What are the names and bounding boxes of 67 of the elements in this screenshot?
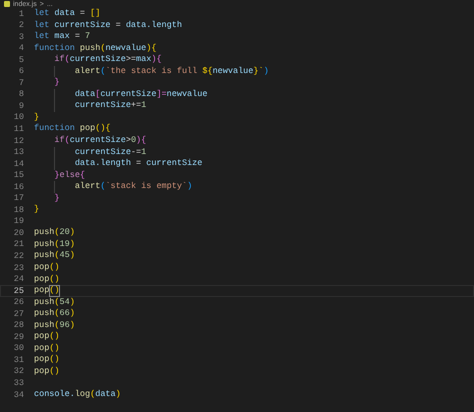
- code-line: let data = []: [34, 8, 100, 20]
- line-number: 19: [12, 217, 24, 226]
- line-number: 27: [12, 310, 24, 318]
- code-line: pop(): [34, 342, 60, 354]
- code-line: }else{: [53, 170, 86, 182]
- line-number: 26: [12, 298, 24, 307]
- code-line: console.log(data): [34, 389, 121, 401]
- code-line: }: [34, 204, 40, 216]
- code-line: pop(): [34, 331, 60, 343]
- line-number: 4: [18, 44, 24, 53]
- line-number: 30: [12, 344, 24, 353]
- line-number: 25: [12, 286, 24, 296]
- line-number: 11: [12, 124, 24, 134]
- line-number: 33: [12, 379, 24, 388]
- code-line: }: [53, 192, 60, 204]
- line-number: 23: [12, 264, 24, 272]
- code-line: alert(`the stack is full ${newvalue}`): [34, 66, 269, 78]
- line-number: 32: [12, 367, 24, 376]
- line-number: 3: [18, 32, 24, 42]
- code-line: pop(): [34, 285, 60, 297]
- code-line: push(66): [34, 308, 75, 320]
- line-number: 10: [12, 113, 24, 122]
- code-line: data.length = currentSize: [34, 158, 202, 170]
- code-line: push(96): [34, 320, 75, 332]
- line-number: 6: [18, 67, 24, 76]
- line-number: 5: [18, 56, 24, 64]
- code-line: currentSize+=1: [34, 100, 146, 112]
- line-number: 29: [12, 332, 24, 342]
- code-line: currentSize-=1: [34, 146, 146, 158]
- line-number: 24: [12, 275, 24, 284]
- javascript-file-icon: [4, 1, 10, 7]
- code-line: push(19): [34, 238, 75, 250]
- line-number: 17: [12, 194, 24, 203]
- code-line: let currentSize = data.length: [34, 20, 182, 32]
- code-line: if(currentSize>=max){: [53, 54, 162, 66]
- code-line: pop(): [34, 274, 60, 286]
- code-line: }: [53, 77, 60, 89]
- line-number: 1: [18, 10, 24, 18]
- line-number: 15: [12, 171, 24, 180]
- line-number: 2: [18, 21, 24, 30]
- code-line: alert(`stack is empty`): [34, 181, 192, 193]
- code-line: if(currentSize>0){: [53, 135, 146, 147]
- line-number: 9: [18, 102, 24, 110]
- code-line: function push(newvalue){: [34, 42, 156, 54]
- line-number: 20: [12, 228, 24, 238]
- line-number: 14: [12, 160, 24, 168]
- line-number: 28: [12, 321, 24, 330]
- code-line: pop(): [34, 366, 60, 378]
- line-number: 22: [12, 252, 24, 260]
- line-number: 16: [12, 182, 24, 192]
- line-number: 21: [12, 240, 24, 249]
- line-number: 18: [12, 206, 24, 214]
- line-number: 31: [12, 356, 24, 364]
- code-line: let max = 7: [34, 31, 90, 43]
- code-line: function pop(){: [34, 123, 111, 136]
- line-number: 13: [12, 148, 24, 157]
- code-line: push(54): [34, 296, 75, 308]
- code-line: push(20): [34, 227, 75, 239]
- code-line: pop(): [34, 354, 60, 366]
- line-number: 8: [18, 90, 24, 99]
- code-line: }: [34, 112, 40, 124]
- line-number: 12: [12, 136, 24, 146]
- line-number: 34: [12, 390, 24, 400]
- code-line: data[currentSize]=newvalue: [34, 88, 208, 100]
- code-line: pop(): [34, 262, 60, 274]
- code-line: push(45): [34, 250, 75, 262]
- line-number: 7: [18, 78, 24, 88]
